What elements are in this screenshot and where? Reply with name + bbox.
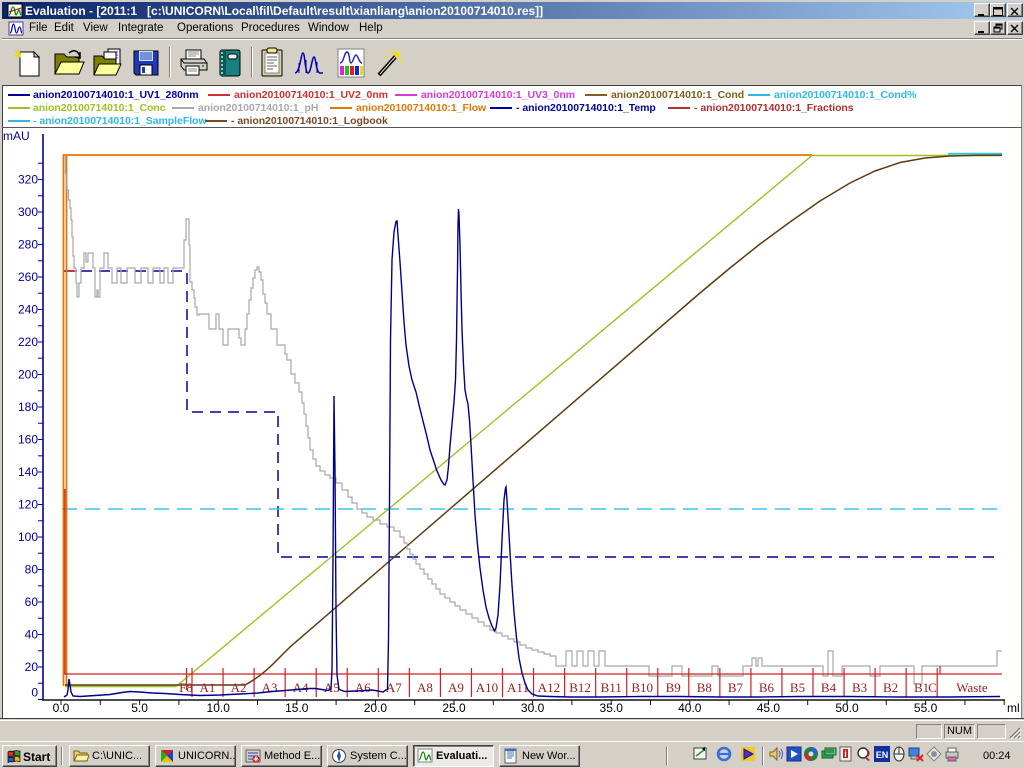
svg-text:260: 260 [18, 270, 38, 284]
svg-text:A6: A6 [355, 680, 371, 695]
svg-text:B5: B5 [790, 680, 805, 695]
svg-text:B3: B3 [852, 680, 867, 695]
svg-text:200: 200 [18, 368, 38, 382]
svg-text:EN: EN [876, 750, 889, 760]
svg-text:100: 100 [18, 530, 38, 544]
svg-text:320: 320 [18, 173, 38, 187]
svg-text:A11: A11 [507, 680, 529, 695]
svg-text:120: 120 [18, 498, 38, 512]
svg-text:35.0: 35.0 [600, 701, 624, 715]
svg-text:A8: A8 [417, 680, 433, 695]
svg-text:F8: F8 [179, 680, 193, 695]
svg-text:B1: B1 [914, 680, 929, 695]
svg-text:A2: A2 [231, 680, 247, 695]
svg-text:25.0: 25.0 [442, 701, 466, 715]
svg-text:12: 12 [253, 757, 259, 763]
svg-text:55.0: 55.0 [914, 701, 938, 715]
svg-text:15.0: 15.0 [285, 701, 309, 715]
svg-text:10.0: 10.0 [207, 701, 231, 715]
svg-text:140: 140 [18, 465, 38, 479]
svg-text:0: 0 [31, 686, 38, 700]
svg-text:60: 60 [25, 595, 39, 609]
svg-text:280: 280 [18, 238, 38, 252]
svg-text:B8: B8 [697, 680, 712, 695]
svg-text:mAU: mAU [3, 129, 30, 143]
svg-text:20.0: 20.0 [364, 701, 388, 715]
svg-text:A9: A9 [448, 680, 464, 695]
svg-text:B11: B11 [601, 680, 622, 695]
svg-text:A10: A10 [476, 680, 498, 695]
svg-text:B10: B10 [631, 680, 653, 695]
svg-text:20: 20 [25, 660, 39, 674]
svg-text:B6: B6 [759, 680, 775, 695]
svg-text:5.0: 5.0 [131, 701, 148, 715]
svg-text:300: 300 [18, 205, 38, 219]
svg-text:B12: B12 [569, 680, 591, 695]
svg-text:180: 180 [18, 400, 38, 414]
svg-text:220: 220 [18, 335, 38, 349]
svg-text:50.0: 50.0 [835, 701, 859, 715]
svg-text:40.0: 40.0 [678, 701, 702, 715]
svg-text:i: i [844, 749, 847, 759]
svg-text:B4: B4 [821, 680, 837, 695]
svg-text:B2: B2 [883, 680, 898, 695]
svg-text:80: 80 [25, 563, 39, 577]
svg-text:0.0: 0.0 [53, 701, 70, 715]
svg-text:40: 40 [25, 628, 39, 642]
svg-text:A12: A12 [538, 680, 560, 695]
svg-text:ml: ml [1007, 701, 1020, 715]
svg-text:A4: A4 [293, 680, 309, 695]
svg-text:30.0: 30.0 [521, 701, 545, 715]
svg-text:Waste: Waste [956, 680, 988, 695]
svg-text:B9: B9 [666, 680, 681, 695]
svg-text:45.0: 45.0 [757, 701, 781, 715]
svg-text:B7: B7 [728, 680, 744, 695]
svg-text:160: 160 [18, 433, 38, 447]
svg-text:C: C [928, 680, 937, 695]
svg-text:240: 240 [18, 303, 38, 317]
svg-text:A1: A1 [200, 680, 216, 695]
